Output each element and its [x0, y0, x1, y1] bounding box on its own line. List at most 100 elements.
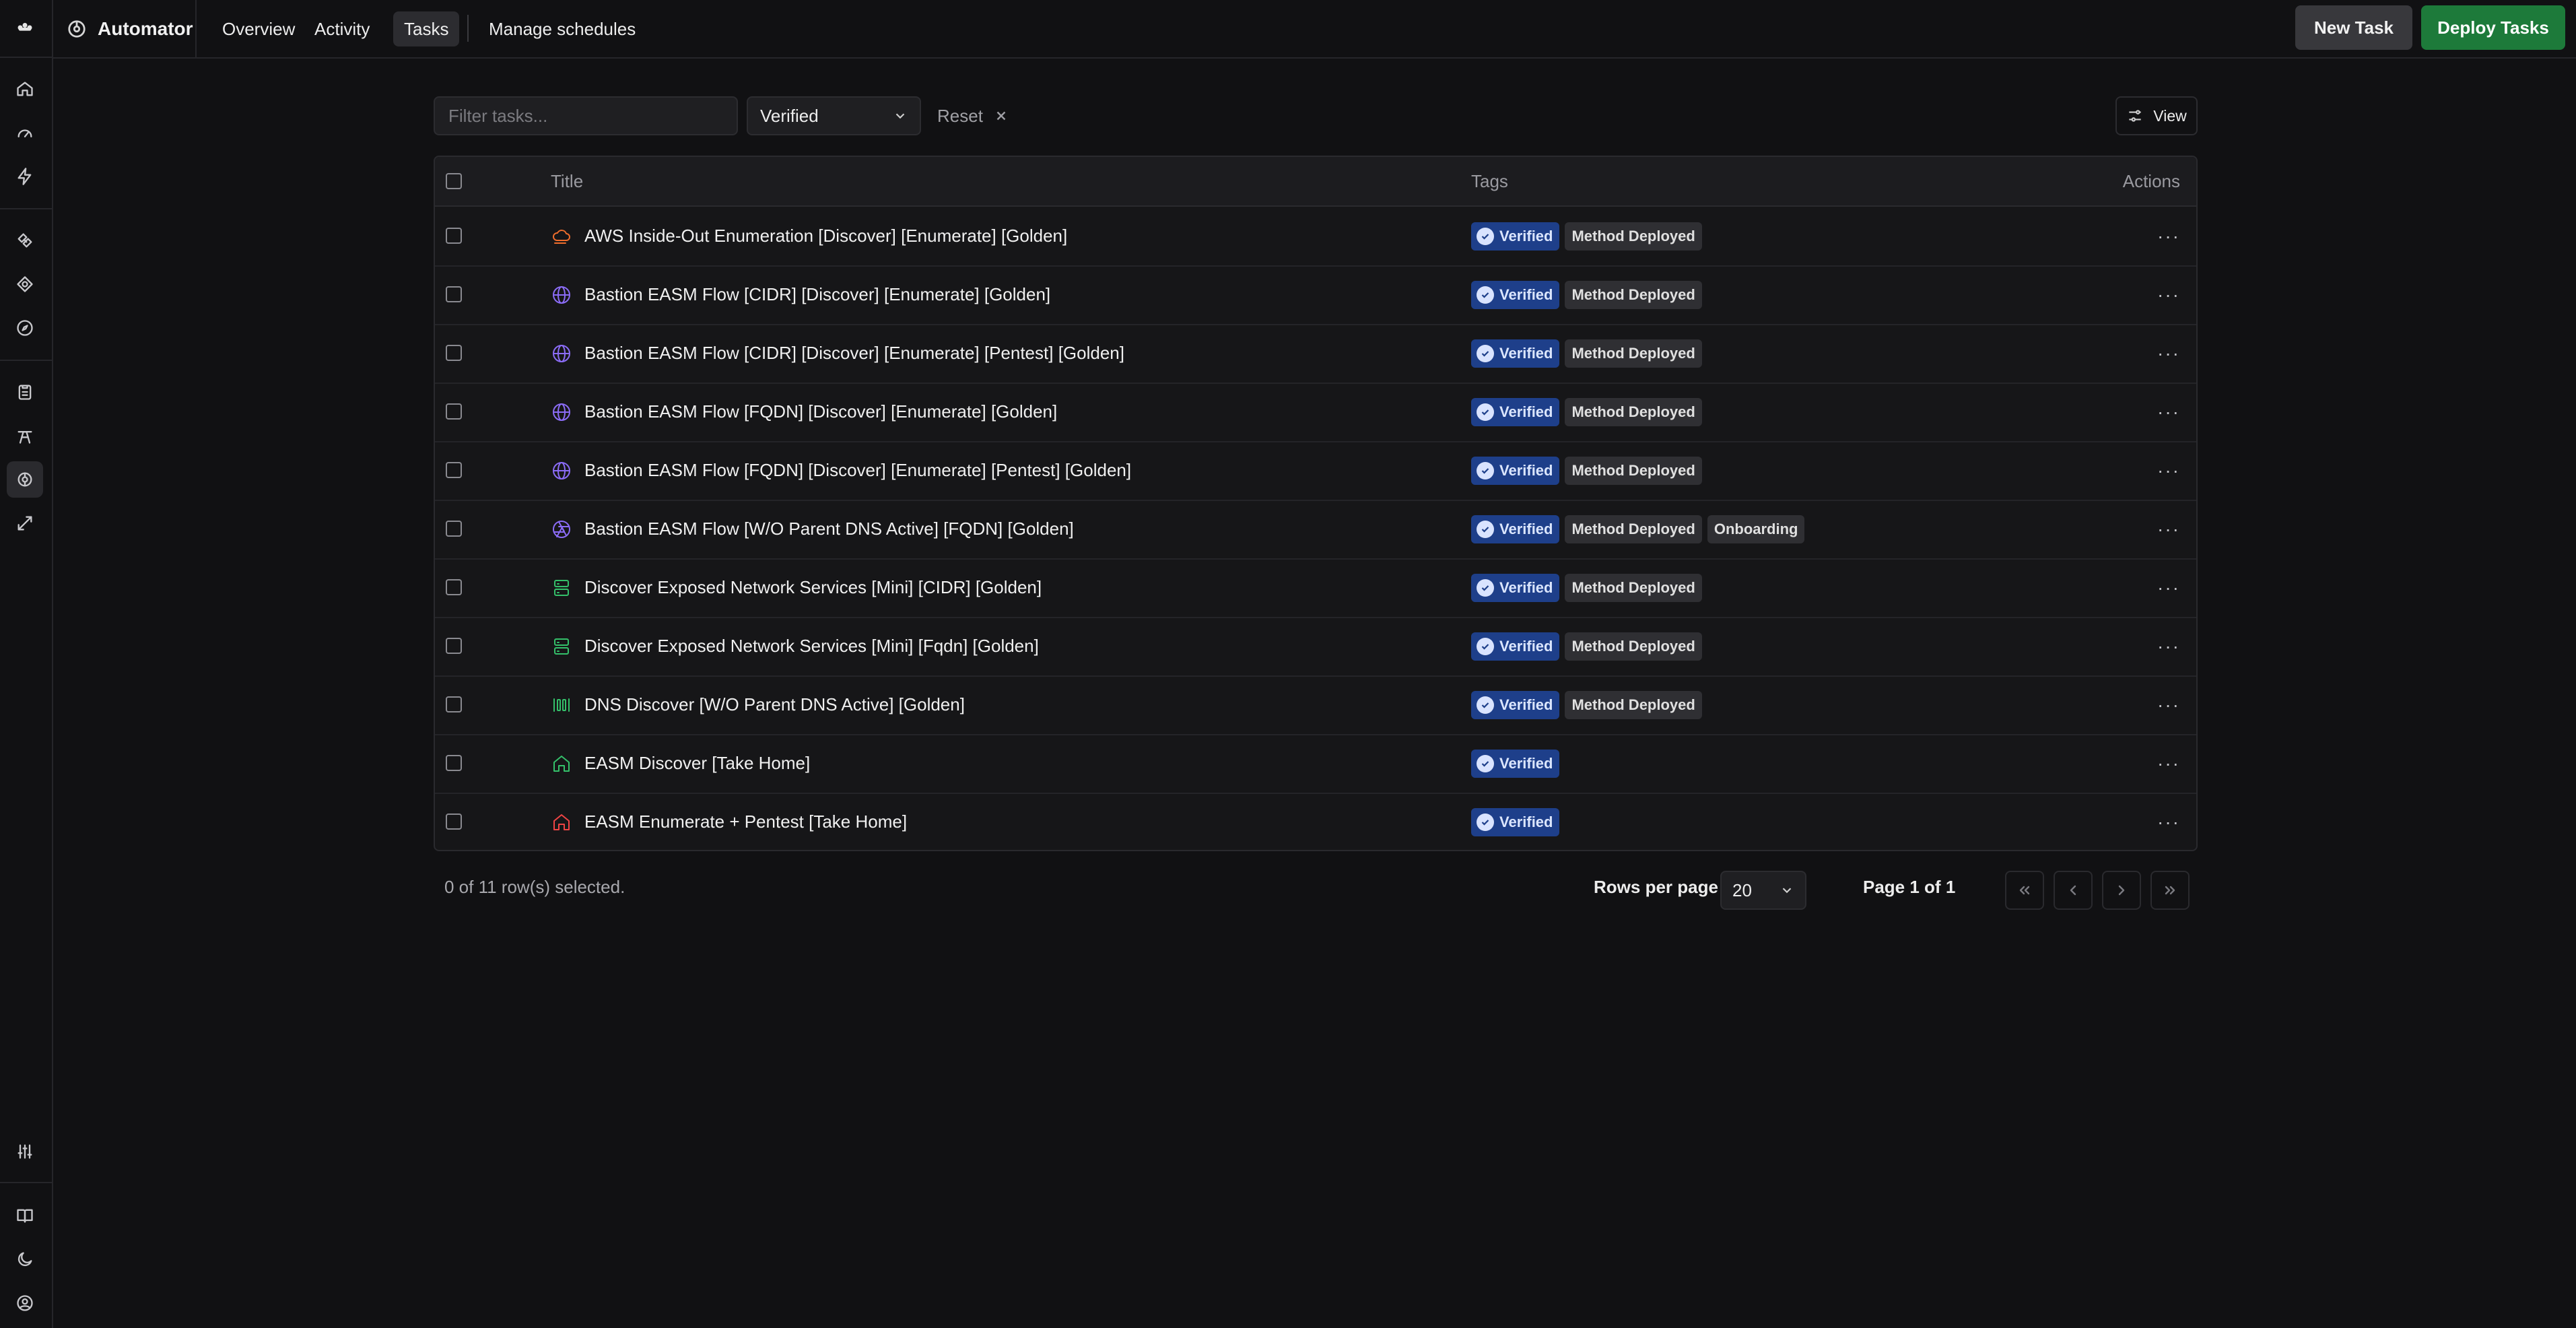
table-row[interactable]: EASM Discover [Take Home] Verified ···: [435, 734, 2196, 794]
row-actions-button[interactable]: ···: [2157, 675, 2180, 734]
reset-label: Reset: [937, 105, 983, 126]
task-title[interactable]: Bastion EASM Flow [FQDN] [Discover] [Enu…: [584, 383, 1057, 441]
gauge-icon[interactable]: [7, 114, 43, 151]
globe-icon: [551, 460, 572, 482]
user-icon[interactable]: [7, 1285, 43, 1321]
task-title[interactable]: Bastion EASM Flow [CIDR] [Discover] [Enu…: [584, 265, 1050, 324]
row-checkbox[interactable]: [446, 638, 462, 654]
chevron-left-icon: [2070, 885, 2076, 896]
moon-icon[interactable]: [7, 1241, 43, 1277]
task-title[interactable]: DNS Discover [W/O Parent DNS Active] [Go…: [584, 675, 965, 734]
rows-per-page-select[interactable]: 20: [1720, 871, 1806, 910]
tag-verified: Verified: [1471, 808, 1560, 836]
next-page-button[interactable]: [2102, 871, 2141, 910]
badge-check-icon: [1477, 228, 1494, 245]
tools-icon[interactable]: [7, 505, 43, 541]
row-actions-button[interactable]: ···: [2157, 441, 2180, 500]
table-row[interactable]: Bastion EASM Flow [CIDR] [Discover] [Enu…: [435, 265, 2196, 325]
table-row[interactable]: Bastion EASM Flow [W/O Parent DNS Active…: [435, 500, 2196, 560]
task-title[interactable]: Bastion EASM Flow [W/O Parent DNS Active…: [584, 500, 1074, 558]
row-checkbox[interactable]: [446, 345, 462, 361]
row-actions-button[interactable]: ···: [2157, 383, 2180, 441]
server-icon: [551, 577, 572, 599]
row-checkbox[interactable]: [446, 814, 462, 830]
row-checkbox[interactable]: [446, 228, 462, 244]
tower-icon[interactable]: [7, 418, 43, 454]
reset-filters-button[interactable]: Reset: [937, 96, 1009, 135]
table-row[interactable]: EASM Enumerate + Pentest [Take Home] Veri…: [435, 793, 2196, 850]
sliders-icon[interactable]: [7, 1133, 43, 1170]
first-page-button[interactable]: [2005, 871, 2044, 910]
badge-check-icon: [1477, 286, 1494, 304]
target-icon[interactable]: [7, 266, 43, 302]
tag-label: Verified: [1499, 228, 1553, 244]
task-title[interactable]: Bastion EASM Flow [FQDN] [Discover] [Enu…: [584, 441, 1131, 500]
tag-label: Verified: [1499, 814, 1553, 830]
server-icon: [551, 636, 572, 657]
select-all-checkbox[interactable]: [446, 173, 462, 189]
table-row[interactable]: Discover Exposed Network Services [Mini]…: [435, 617, 2196, 677]
table-row[interactable]: Bastion EASM Flow [CIDR] [Discover] [Enu…: [435, 324, 2196, 384]
badge-check-icon: [1477, 696, 1494, 714]
row-checkbox[interactable]: [446, 696, 462, 712]
nav-tasks[interactable]: Tasks: [393, 11, 460, 46]
row-actions-button[interactable]: ···: [2157, 734, 2180, 793]
task-title[interactable]: EASM Discover [Take Home]: [584, 734, 810, 793]
tag-label: Verified: [1499, 462, 1553, 479]
view-options-button[interactable]: View: [2115, 96, 2198, 135]
deploy-tasks-button[interactable]: Deploy Tasks: [2421, 5, 2565, 50]
tag-verified: Verified: [1471, 339, 1560, 368]
task-title[interactable]: Bastion EASM Flow [CIDR] [Discover] [Enu…: [584, 324, 1124, 383]
sidebar-divider: [0, 208, 52, 209]
row-actions-button[interactable]: ···: [2157, 617, 2180, 675]
row-actions-button[interactable]: ···: [2157, 324, 2180, 383]
automator-icon[interactable]: [7, 461, 43, 498]
table-row[interactable]: Discover Exposed Network Services [Mini]…: [435, 558, 2196, 618]
task-tags: Verified Method Deployed: [1471, 222, 1702, 251]
row-checkbox[interactable]: [446, 579, 462, 595]
row-actions-button[interactable]: ···: [2157, 793, 2180, 850]
clipboard-icon[interactable]: [7, 374, 43, 410]
nav-activity[interactable]: Activity: [304, 11, 380, 46]
row-checkbox[interactable]: [446, 403, 462, 420]
task-tags: Verified Method Deployed: [1471, 457, 1702, 485]
filter-tasks-input[interactable]: [434, 96, 738, 135]
task-tags: Verified Method Deployed: [1471, 398, 1702, 426]
table-row[interactable]: DNS Discover [W/O Parent DNS Active] [Go…: [435, 675, 2196, 735]
tasks-table: Title Tags Actions AWS Inside-Out Enumer…: [434, 156, 2198, 851]
logo-icon[interactable]: [7, 9, 43, 46]
row-checkbox[interactable]: [446, 462, 462, 478]
task-tags: Verified Method Deployed: [1471, 281, 1702, 309]
book-icon[interactable]: [7, 1197, 43, 1234]
row-actions-button[interactable]: ···: [2157, 500, 2180, 558]
badge-check-icon: [1477, 638, 1494, 655]
compass-icon[interactable]: [7, 310, 43, 346]
nav-manage-schedules[interactable]: Manage schedules: [478, 11, 646, 46]
home-icon[interactable]: [7, 71, 43, 107]
new-task-button[interactable]: New Task: [2295, 5, 2412, 50]
task-title[interactable]: EASM Enumerate + Pentest [Take Home]: [584, 793, 907, 850]
last-page-button[interactable]: [2150, 871, 2190, 910]
nav-divider: [467, 15, 469, 42]
bolt-icon[interactable]: [7, 158, 43, 195]
table-row[interactable]: Bastion EASM Flow [FQDN] [Discover] [Enu…: [435, 383, 2196, 442]
nav-overview[interactable]: Overview: [211, 11, 306, 46]
row-checkbox[interactable]: [446, 286, 462, 302]
table-row[interactable]: Bastion EASM Flow [FQDN] [Discover] [Enu…: [435, 441, 2196, 501]
row-actions-button[interactable]: ···: [2157, 207, 2180, 265]
task-title[interactable]: Discover Exposed Network Services [Mini]…: [584, 558, 1042, 617]
task-title[interactable]: AWS Inside-Out Enumeration [Discover] [E…: [584, 207, 1067, 265]
row-actions-button[interactable]: ···: [2157, 265, 2180, 324]
task-tags: Verified Method Deployed: [1471, 574, 1702, 602]
row-actions-button[interactable]: ···: [2157, 558, 2180, 617]
table-row[interactable]: AWS Inside-Out Enumeration [Discover] [E…: [435, 207, 2196, 267]
status-filter-select[interactable]: Verified: [747, 96, 921, 135]
row-checkbox[interactable]: [446, 521, 462, 537]
tag-label: Verified: [1499, 345, 1553, 362]
row-checkbox[interactable]: [446, 755, 462, 771]
column-title[interactable]: Title: [551, 157, 583, 205]
task-title[interactable]: Discover Exposed Network Services [Mini]…: [584, 617, 1039, 675]
app-brand[interactable]: Automator: [67, 0, 193, 57]
previous-page-button[interactable]: [2054, 871, 2093, 910]
satellite-icon[interactable]: [7, 222, 43, 259]
